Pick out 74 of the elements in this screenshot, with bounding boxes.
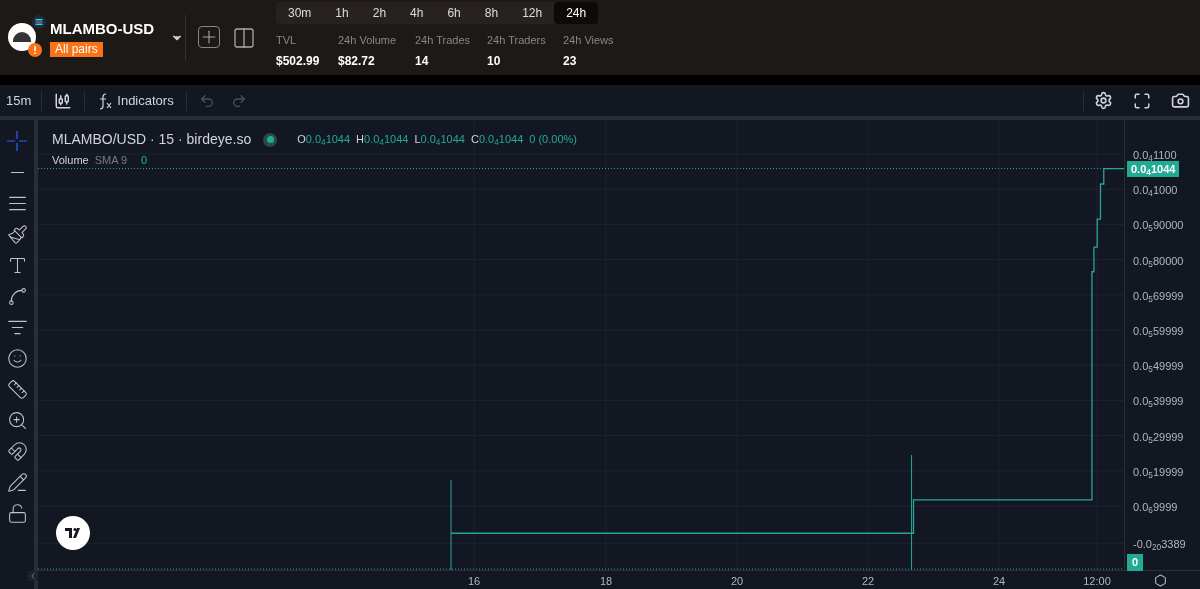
time-label: 22 xyxy=(861,574,875,589)
timeframe-tab[interactable]: 6h xyxy=(435,2,473,24)
ohlc-value: 0.0$_{4}$1044 xyxy=(420,132,465,148)
time-label: 12:00 xyxy=(1083,574,1111,589)
last-price-tag: 0.0$_{4}$1044 xyxy=(1127,160,1180,178)
volume-label: Volume xyxy=(52,153,89,168)
ohlc-value: 0.0$_{4}$1044 xyxy=(478,132,524,148)
timeframe-tab[interactable]: 8h xyxy=(472,2,511,24)
ohlc-label: H xyxy=(356,132,365,148)
add-icon[interactable] xyxy=(198,25,220,48)
stat-label: 24h Trades xyxy=(415,33,472,48)
collapse-icon[interactable] xyxy=(28,571,38,581)
stat-value: $502.99 xyxy=(276,52,321,70)
stat-label: 24h Traders xyxy=(487,33,547,48)
ohlc-label: L xyxy=(414,132,421,148)
interval-button[interactable]: 15m xyxy=(0,90,38,111)
time-label: 20 xyxy=(730,574,744,589)
camera-icon[interactable] xyxy=(1171,91,1190,110)
last-volume-tag: 0 xyxy=(1127,554,1144,571)
magnet-icon[interactable] xyxy=(6,441,28,462)
timeframe-tab[interactable]: 2h xyxy=(360,2,399,24)
price-label: -0.0$_{20}$3389 xyxy=(1133,537,1186,553)
split-view-icon[interactable] xyxy=(232,25,256,50)
price-label: 0.0$_{5}$29999 xyxy=(1133,429,1184,446)
stat-value: 23 xyxy=(563,52,578,70)
stat-value: $82.72 xyxy=(338,52,376,70)
stat-label: 24h Volume xyxy=(338,33,398,48)
price-label: 0.0$_{5}$69999 xyxy=(1133,288,1184,305)
ohlc-label: C xyxy=(470,132,479,148)
stat-label: TVL xyxy=(276,33,298,48)
volume-value: 0 xyxy=(141,153,148,168)
settings-icon[interactable] xyxy=(1154,574,1167,587)
stat-value: 14 xyxy=(415,52,430,70)
volume-study: SMA 9 xyxy=(94,153,128,168)
price-label: 0.0$_{5}$19999 xyxy=(1133,464,1184,481)
pair-name: MLAMBO-USD xyxy=(50,19,155,40)
price-label: 0.0$_{5}$59999 xyxy=(1133,324,1184,340)
timeframe-tab[interactable]: 24h xyxy=(554,2,599,24)
symbol-title: MLAMBO/USD · 15 · birdeye.so xyxy=(52,130,252,149)
chain-icon xyxy=(32,14,46,29)
time-label: 24 xyxy=(992,574,1006,589)
brush-icon[interactable] xyxy=(6,224,28,245)
price-label: 0.0$_{6}$9999 xyxy=(1133,500,1178,516)
settings-icon[interactable] xyxy=(1094,91,1113,110)
candles-icon[interactable] xyxy=(54,91,73,110)
ohlc-label: O xyxy=(297,132,306,148)
time-label: 16 xyxy=(467,574,481,589)
timeframe-tab[interactable]: 1h xyxy=(323,2,361,24)
price-label: 0.0$_{5}$90000 xyxy=(1133,218,1184,234)
pencil-lock-icon[interactable] xyxy=(6,472,28,493)
fullscreen-icon[interactable] xyxy=(1133,91,1151,110)
smile-icon[interactable] xyxy=(6,348,28,369)
ohlc-value: 0.0$_{4}$1044 xyxy=(305,132,351,148)
price-label: 0.0$_{5}$39999 xyxy=(1133,394,1184,410)
stat-label: 24h Views xyxy=(563,33,615,48)
stat-value: 10 xyxy=(487,52,502,70)
warning-icon xyxy=(28,42,42,57)
timeframe-tab[interactable]: 30m xyxy=(276,2,324,24)
time-label: 18 xyxy=(599,574,613,589)
tradingview-logo xyxy=(56,516,90,550)
ohlc-value: 0.0$_{4}$1044 xyxy=(364,132,409,148)
token-logo xyxy=(8,22,36,51)
pattern-icon[interactable] xyxy=(6,286,28,307)
price-label: 0.0$_{4}$1000 xyxy=(1133,183,1178,199)
price-label: 0.0$_{5}$49999 xyxy=(1133,359,1184,375)
price-label: 0.0$_{5}$80000 xyxy=(1133,253,1184,270)
change-value: 0 (0.00%) xyxy=(529,132,577,148)
timeframe-tab[interactable]: 4h xyxy=(398,2,436,24)
function-icon xyxy=(97,91,114,110)
zoom-in-icon[interactable] xyxy=(6,410,28,431)
indicators-button[interactable]: Indicators xyxy=(89,90,182,111)
timeframe-tab[interactable]: 12h xyxy=(510,2,555,24)
lock-icon[interactable] xyxy=(6,503,28,524)
ruler-icon[interactable] xyxy=(6,379,28,400)
